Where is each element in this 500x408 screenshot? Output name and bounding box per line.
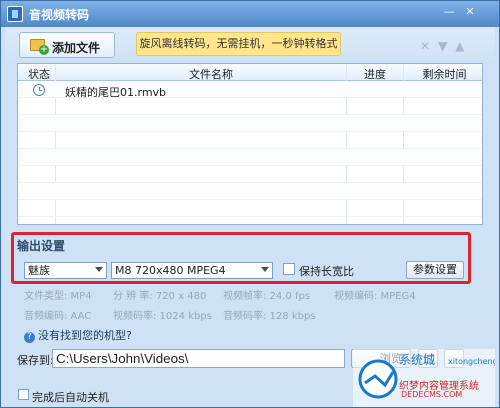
watermark-line2: DEDECMS.COM (401, 390, 463, 399)
help-link-label: 没有找到您的机型? (38, 329, 132, 342)
add-file-button[interactable]: 添加文件 (19, 32, 115, 58)
table-row (18, 115, 482, 132)
save-path-input[interactable] (52, 349, 345, 368)
video-bitrate-info: 视频码率: 1024 kbps (113, 311, 212, 322)
title-bar: 音视频转码 — ✕ (1, 1, 499, 27)
resolution-info: 分 辨 率: 720 x 480 (113, 291, 207, 302)
table-row (18, 149, 482, 166)
folder-add-icon (30, 39, 49, 55)
shutdown-checkbox[interactable] (18, 389, 29, 400)
table-row (18, 98, 482, 115)
save-label: 保存到: (17, 354, 54, 367)
watermark: 系统城 xitongcheng 织梦内容管理系统 DEDECMS.COM (353, 349, 495, 407)
keep-ratio-label[interactable]: 保持长宽比 (299, 263, 354, 279)
table-row (18, 132, 482, 149)
file-type-info: 文件类型: MP4 (24, 291, 92, 302)
remove-icon[interactable]: ✕ (420, 39, 438, 53)
table-row (18, 183, 482, 200)
list-control-icons: ✕▼▲ (420, 39, 473, 53)
format-select-value: M8 720x480 MPEG4 (115, 264, 226, 277)
parameter-settings-button[interactable]: 参数设置 (406, 261, 464, 279)
app-icon (7, 6, 23, 22)
format-select[interactable]: M8 720x480 MPEG4 (111, 262, 273, 279)
device-select-value: 魅族 (28, 264, 50, 277)
file-table: 状态 文件名称 进度 剩余时间 妖精的尾巴01.rmvb (17, 63, 483, 225)
toolbar: 添加文件 旋风离线转码，无需挂机，一秒钟转格式 ✕▼▲ (5, 27, 495, 61)
move-down-icon[interactable]: ▼ (438, 39, 455, 53)
header-remaining: 剩余时间 (422, 68, 467, 81)
device-select[interactable]: 魅族 (24, 262, 107, 279)
header-filename: 文件名称 (189, 68, 233, 81)
move-up-icon[interactable]: ▲ (455, 39, 472, 53)
audio-bitrate-info: 音频码率: 128 kbps (223, 311, 316, 322)
add-file-label: 添加文件 (52, 41, 101, 55)
minimize-icon[interactable]: — (441, 5, 457, 19)
svg-text:系统城: 系统城 (399, 353, 435, 367)
promo-notice[interactable]: 旋风离线转码，无需挂机，一秒钟转格式 (136, 32, 341, 56)
close-icon[interactable]: ✕ (462, 5, 478, 19)
help-link[interactable]: ? 没有找到您的机型? (24, 327, 132, 343)
video-codec-info: 视频编码: MPEG4 (334, 291, 416, 302)
keep-ratio-checkbox[interactable] (283, 263, 295, 275)
clock-icon (33, 84, 45, 96)
file-name[interactable]: 妖精的尾巴01.rmvb (65, 84, 166, 100)
shutdown-label[interactable]: 完成后自动关机 (32, 389, 109, 405)
table-row (18, 166, 482, 183)
window-title: 音视频转码 (29, 8, 90, 22)
chevron-down-icon (261, 267, 269, 272)
header-progress: 进度 (364, 68, 386, 81)
table-row (18, 200, 482, 217)
table-header: 状态 文件名称 进度 剩余时间 (18, 64, 482, 81)
video-fps-info: 视频帧率: 24.0 fps (223, 291, 311, 302)
audio-codec-info: 音频编码: AAC (24, 311, 92, 322)
transcode-window: 音视频转码 — ✕ 添加文件 旋风离线转码，无需挂机，一秒钟转格式 ✕▼▲ 状态… (0, 0, 500, 408)
svg-text:xitongcheng: xitongcheng (448, 357, 495, 366)
chevron-down-icon (95, 267, 103, 272)
header-status: 状态 (28, 68, 50, 81)
question-icon: ? (24, 332, 35, 343)
